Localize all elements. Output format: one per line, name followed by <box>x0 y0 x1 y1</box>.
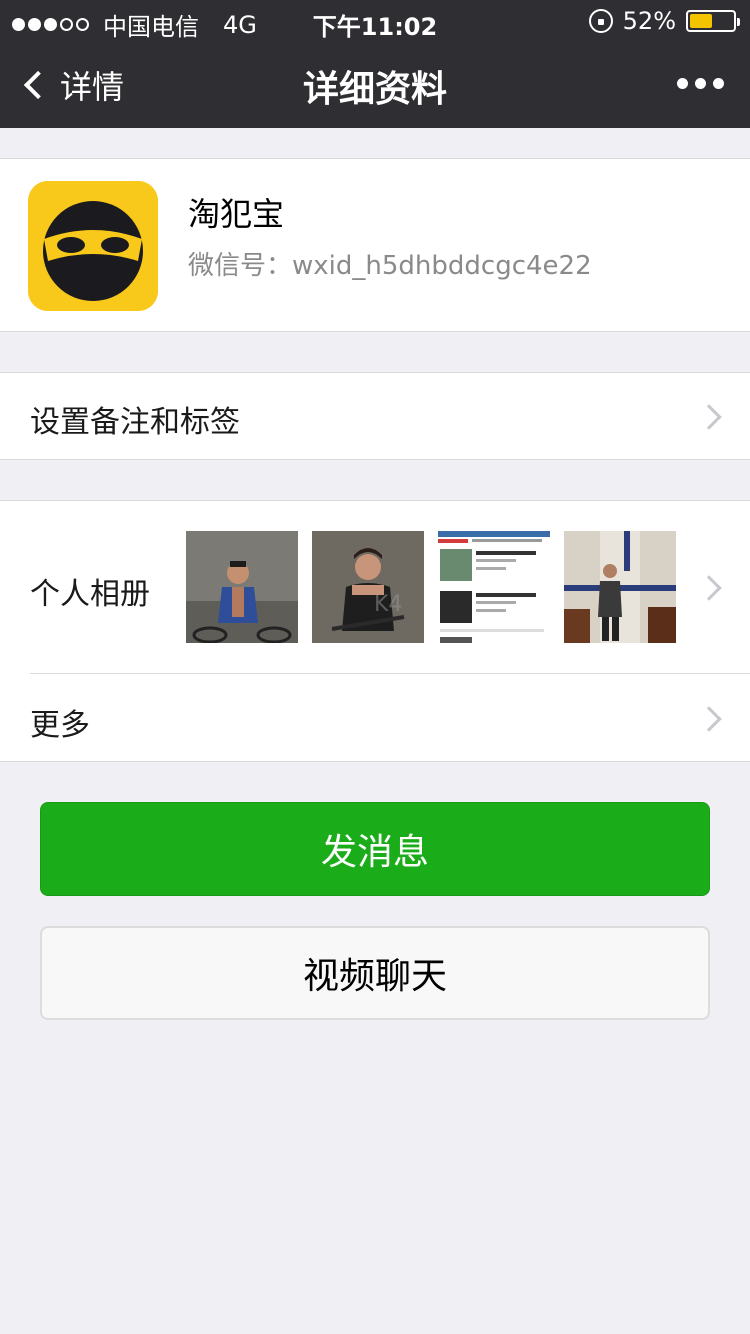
album-thumbnail[interactable] <box>438 531 550 643</box>
video-call-button[interactable]: 视频聊天 <box>40 926 710 1020</box>
personal-album-row[interactable]: 个人相册 K4 <box>0 501 750 674</box>
photo-man-on-bike-icon <box>186 531 298 643</box>
chevron-right-icon <box>696 706 722 732</box>
top-bar: 中国电信 4G 下午11:02 52% 详情 详细资料 <box>0 0 750 128</box>
photo-woman-on-bike-icon: K4 <box>312 531 424 643</box>
battery-icon <box>686 10 740 32</box>
album-label: 个人相册 <box>30 577 150 612</box>
album-thumbnail[interactable] <box>564 531 676 643</box>
remark-and-tags-row[interactable]: 设置备注和标签 <box>0 372 750 460</box>
remark-label: 设置备注和标签 <box>30 405 240 440</box>
more-options-icon[interactable] <box>677 78 724 89</box>
rotation-lock-icon <box>588 9 613 33</box>
battery-percent: 52% <box>622 7 676 35</box>
chevron-right-icon <box>696 575 722 601</box>
status-bar: 中国电信 4G 下午11:02 52% <box>0 0 750 41</box>
photo-news-screenshot-icon <box>438 531 550 643</box>
album-thumbnail[interactable] <box>186 531 298 643</box>
battery-fill <box>690 14 712 28</box>
status-right: 52% <box>588 7 740 35</box>
profile-card: 淘犯宝 微信号：wxid_h5dhbddcgc4e22 <box>0 158 750 332</box>
avatar[interactable] <box>28 181 158 311</box>
svg-text:K4: K4 <box>374 592 402 617</box>
wechat-id: 微信号：wxid_h5dhbddcgc4e22 <box>188 251 592 281</box>
more-info-row[interactable]: 更多 <box>0 674 750 762</box>
chevron-right-icon <box>696 404 722 430</box>
page-title: 详细资料 <box>302 69 447 110</box>
contact-nickname: 淘犯宝 <box>188 195 285 233</box>
album-thumbnail[interactable]: K4 <box>312 531 424 643</box>
album-thumbnails: K4 <box>186 531 676 643</box>
album-section: 个人相册 K4 更多 <box>0 500 750 762</box>
navigation-bar: 详情 详细资料 <box>0 40 750 128</box>
send-message-button[interactable]: 发消息 <box>40 802 710 896</box>
photo-woman-standing-icon <box>564 531 676 643</box>
masked-bandit-icon <box>28 181 158 311</box>
more-label: 更多 <box>30 708 90 743</box>
